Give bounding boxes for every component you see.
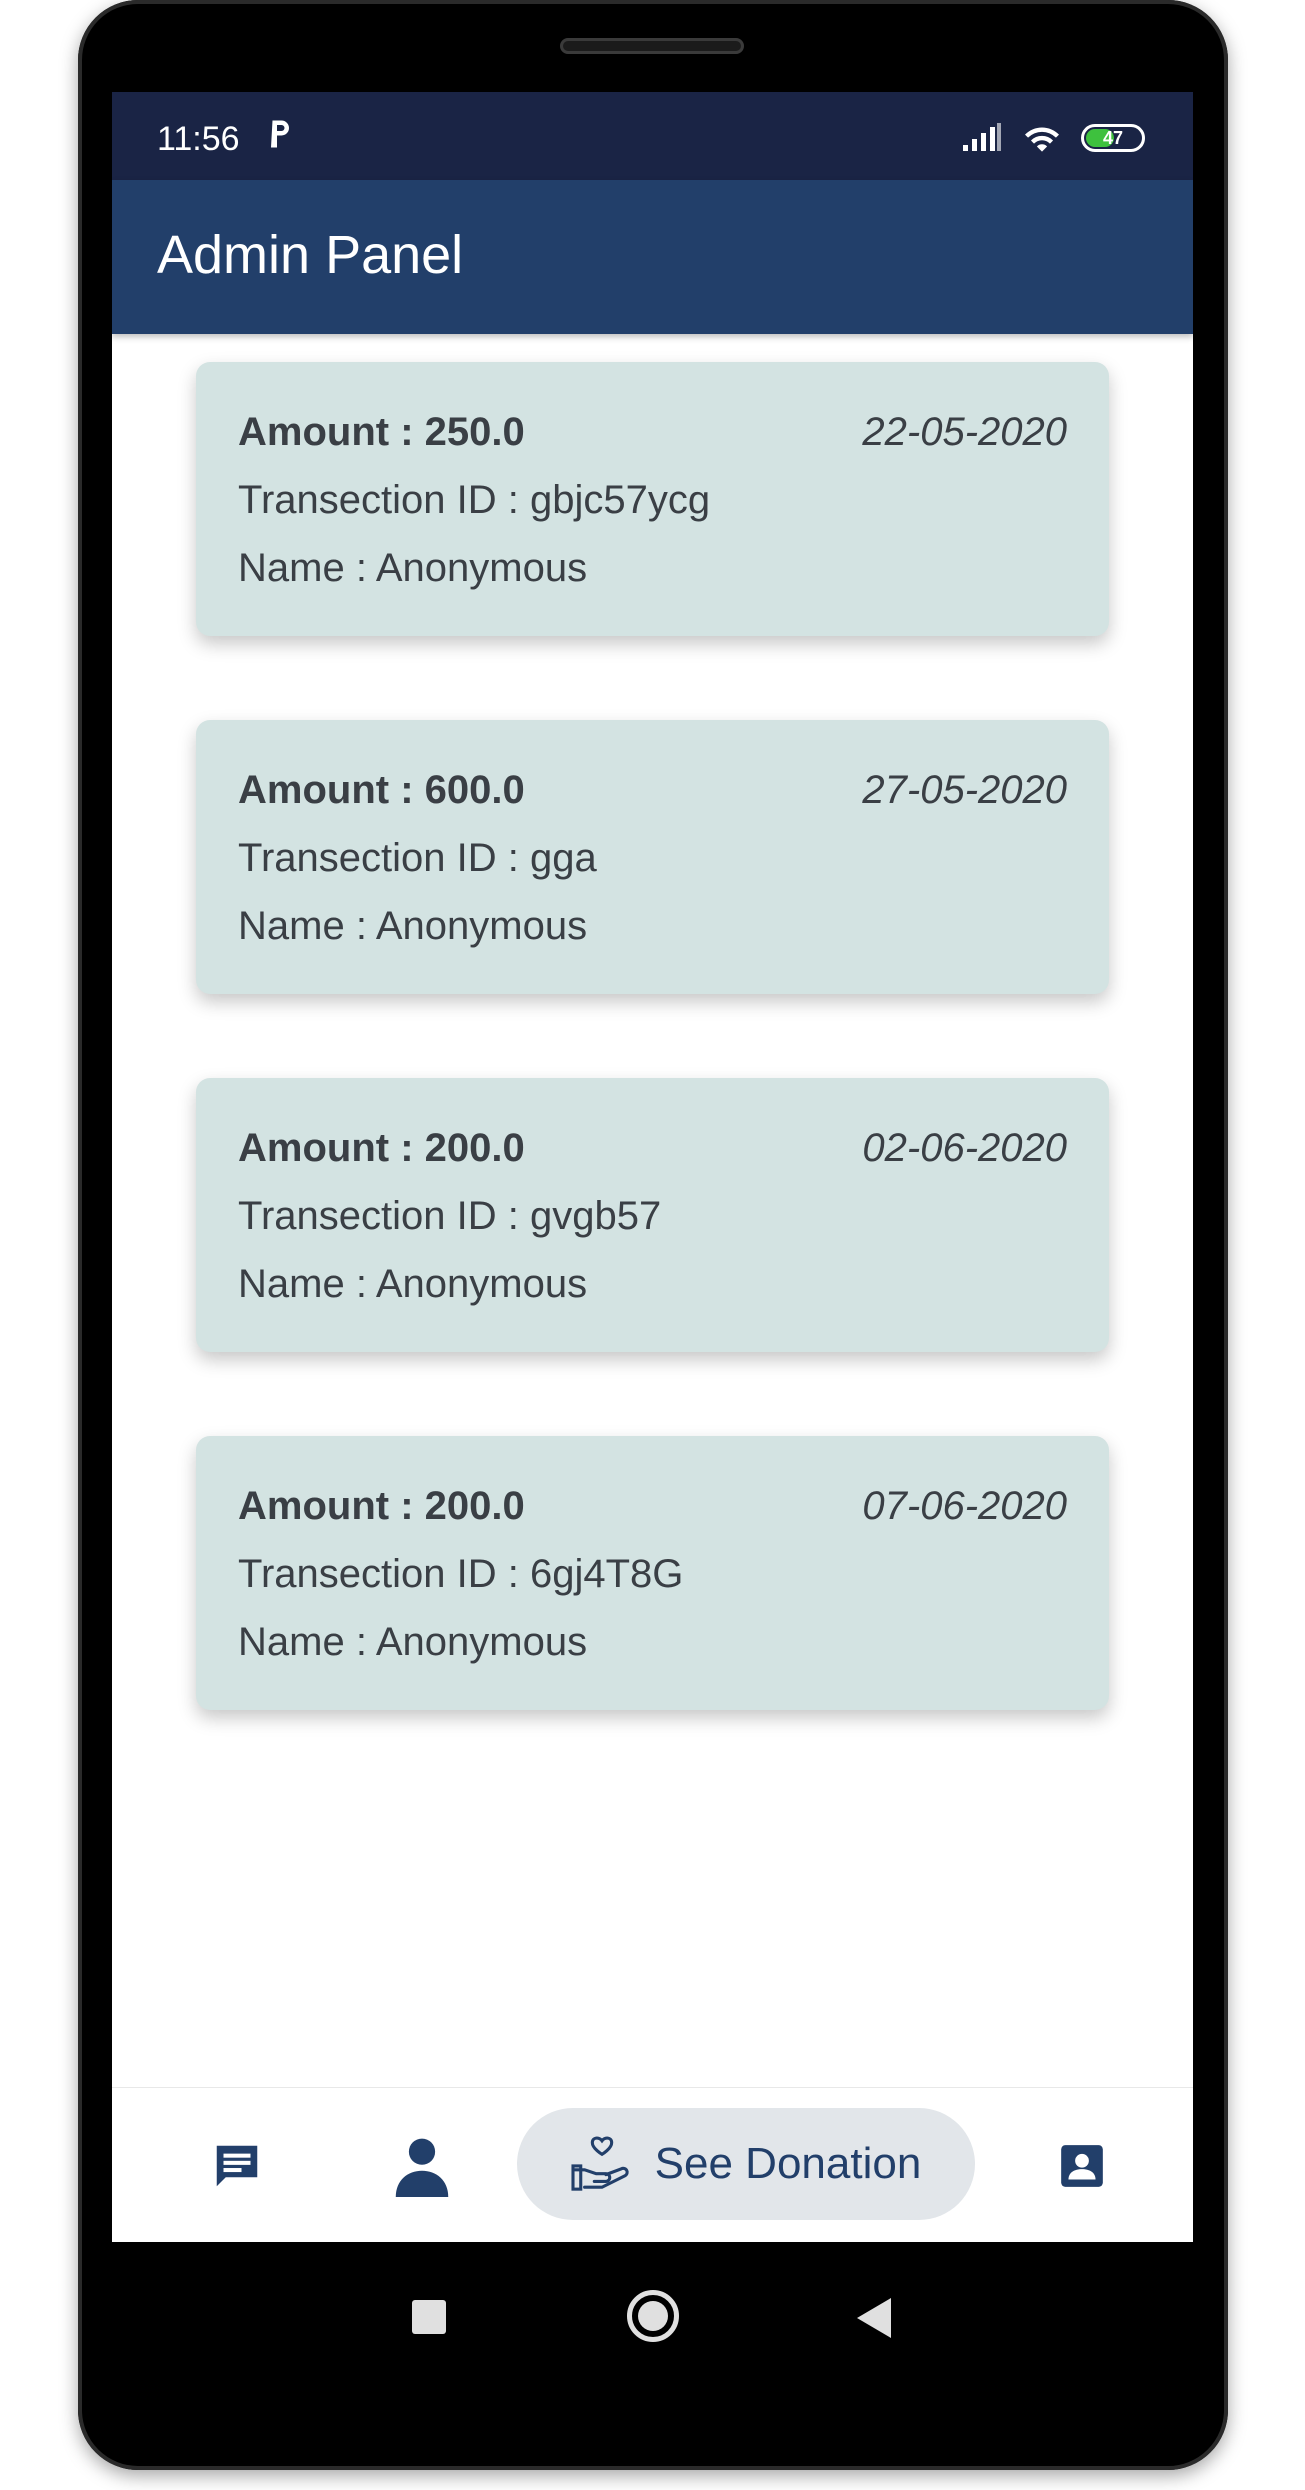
donation-date: 02-06-2020 bbox=[862, 1126, 1067, 1170]
home-button[interactable] bbox=[627, 2290, 679, 2342]
battery-icon: 47 bbox=[1081, 124, 1145, 152]
donation-hand-heart-icon bbox=[571, 2136, 629, 2191]
donation-name: Name : Anonymous bbox=[238, 1262, 588, 1306]
donation-date: 22-05-2020 bbox=[862, 410, 1067, 454]
chat-icon bbox=[216, 2145, 258, 2186]
nav-profile-button[interactable] bbox=[367, 2088, 477, 2242]
donation-amount: Amount : 600.0 bbox=[238, 768, 525, 812]
page-title: Admin Panel bbox=[157, 225, 464, 285]
donation-transaction-id: Transection ID : gbjc57ycg bbox=[238, 478, 711, 522]
donation-date: 27-05-2020 bbox=[862, 768, 1067, 812]
status-icons: 47 bbox=[961, 118, 1145, 158]
donation-date: 07-06-2020 bbox=[862, 1484, 1067, 1528]
app-bar: Admin Panel bbox=[112, 180, 1193, 334]
recents-button[interactable] bbox=[412, 2300, 446, 2334]
app-screen: 11:56 47 Admin Panel Amount: 250.0 22-0… bbox=[112, 92, 1193, 2242]
wifi-icon bbox=[1025, 127, 1059, 152]
donation-name: Name : Anonymous bbox=[238, 904, 588, 948]
back-button[interactable] bbox=[857, 2298, 891, 2338]
donation-card[interactable]: Amount : 250.0 22-05-2020 Transection ID… bbox=[196, 362, 1109, 636]
battery-level: 47 bbox=[1102, 127, 1124, 148]
nav-messages-button[interactable] bbox=[182, 2088, 292, 2242]
donation-transaction-id: Transection ID : 6gj4T8G bbox=[238, 1552, 684, 1596]
earpiece-speaker bbox=[560, 38, 744, 54]
signal-icon bbox=[963, 123, 1001, 151]
donation-transaction-id: Transection ID : gga bbox=[238, 836, 597, 880]
status-bar: 11:56 47 bbox=[112, 92, 1193, 180]
donation-amount: Amount : 250.0 bbox=[238, 410, 525, 454]
donation-name: Name : Anonymous bbox=[238, 546, 588, 590]
donation-name: Name : Anonymous bbox=[238, 1620, 588, 1664]
parking-notification-icon bbox=[271, 120, 289, 148]
contact-card-icon bbox=[1061, 2144, 1103, 2187]
donation-amount: Amount : 200.0 bbox=[238, 1126, 525, 1170]
system-navigation-bar bbox=[112, 2242, 1193, 2392]
status-time: 11:56 bbox=[157, 120, 240, 158]
nav-see-donation-button[interactable]: See Donation bbox=[517, 2108, 975, 2220]
donation-card[interactable]: Amount : 200.0 02-06-2020 Transection ID… bbox=[196, 1078, 1109, 1352]
donation-card[interactable]: Amount : 600.0 27-05-2020 Transection ID… bbox=[196, 720, 1109, 994]
donation-amount: Amount : 200.0 bbox=[238, 1484, 525, 1528]
nav-see-donation-label: See Donation bbox=[654, 2139, 922, 2188]
person-icon bbox=[395, 2138, 449, 2197]
bottom-navigation: See Donation bbox=[112, 2087, 1193, 2242]
nav-contacts-button[interactable] bbox=[1027, 2088, 1137, 2242]
donation-card[interactable]: Amount : 200.0 07-06-2020 Transection ID… bbox=[196, 1436, 1109, 1710]
donation-transaction-id: Transection ID : gvgb57 bbox=[238, 1194, 662, 1238]
